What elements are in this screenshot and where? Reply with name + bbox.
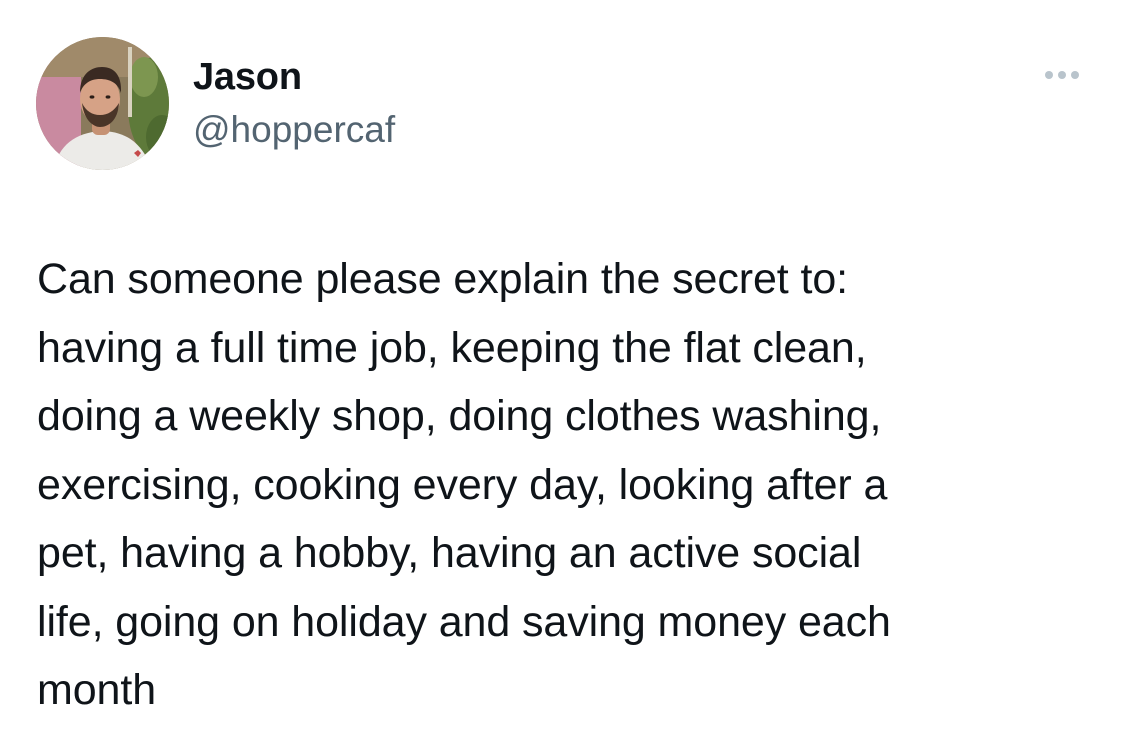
tweet-text: Can someone please explain the secret to… xyxy=(37,245,1097,725)
tweet-text-line: doing a weekly shop, doing clothes washi… xyxy=(37,392,882,440)
more-options-button[interactable] xyxy=(1034,58,1090,92)
tweet-card: Jason @hoppercaf Can someone please expl… xyxy=(0,0,1125,731)
more-horizontal-icon xyxy=(1071,71,1079,79)
tweet-text-line: exercising, cooking every day, looking a… xyxy=(37,460,888,509)
author-display-name[interactable]: Jason xyxy=(193,54,302,100)
tweet-text-line: Can someone please explain the secret to… xyxy=(37,255,849,303)
avatar[interactable] xyxy=(36,37,169,170)
tweet-text-line: life, going on holiday and saving money … xyxy=(37,597,891,646)
profile-photo xyxy=(36,37,169,170)
author-handle[interactable]: @hoppercaf xyxy=(193,108,395,152)
tweet-text-line: pet, having a hobby, having an active so… xyxy=(37,529,862,577)
tweet-text-line: month xyxy=(37,666,157,714)
more-horizontal-icon xyxy=(1045,71,1053,79)
more-horizontal-icon xyxy=(1058,71,1066,79)
tweet-text-line: having a full time job, keeping the flat… xyxy=(37,323,867,372)
